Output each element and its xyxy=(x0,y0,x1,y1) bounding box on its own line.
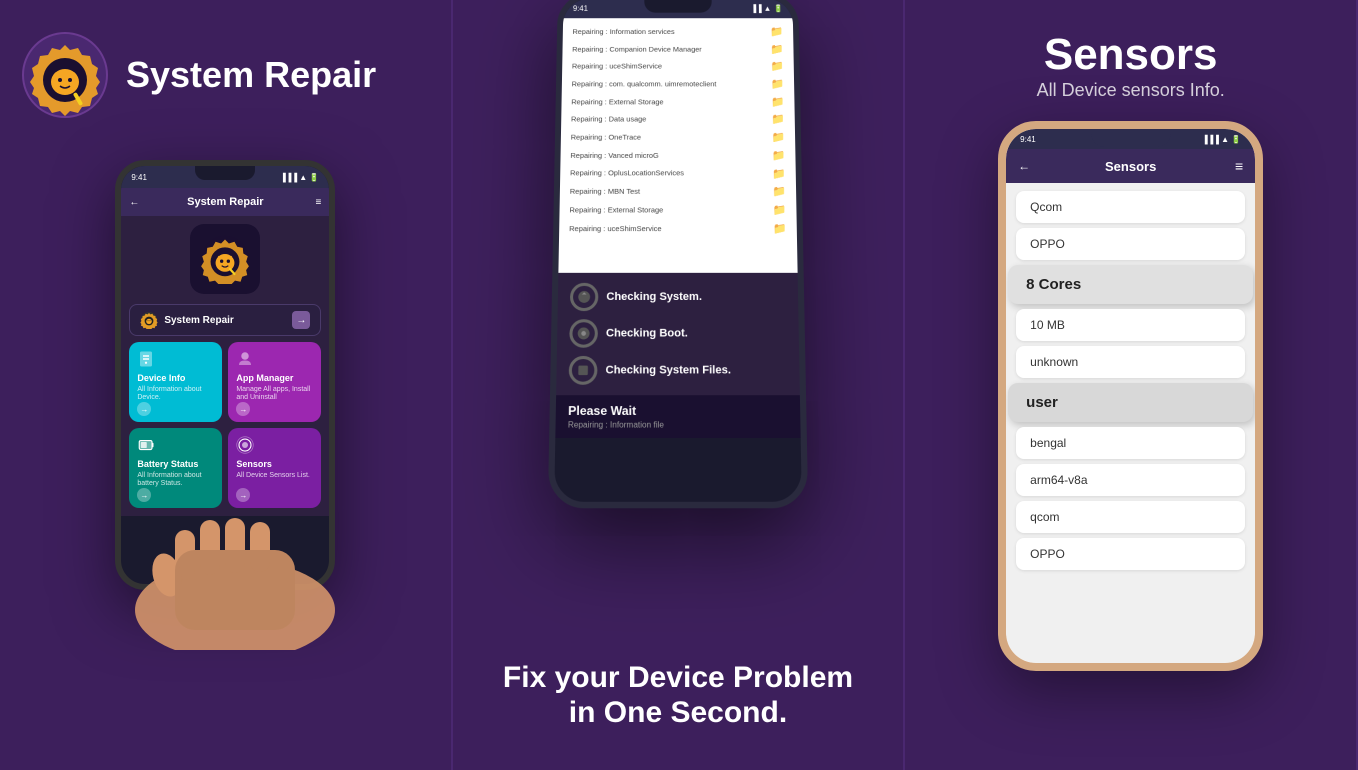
repair-item-5: Repairing : External Storage 📁 xyxy=(571,94,785,112)
fix-line2: in One Second. xyxy=(503,696,853,731)
folder-icon-4: 📁 xyxy=(771,76,785,94)
please-wait-section: Please Wait Repairing : Information file xyxy=(555,395,800,438)
sensor-item-arm64[interactable]: arm64-v8a xyxy=(1016,464,1245,496)
app-title: System Repair xyxy=(126,55,376,95)
repair-item-2: Repairing : Companion Device Manager 📁 xyxy=(572,41,784,58)
folder-icon-9: 📁 xyxy=(772,165,786,183)
folder-icon-8: 📁 xyxy=(772,147,786,165)
check-boot-circle xyxy=(569,319,598,348)
panel-system-repair: System Repair 9:41 ▐▐▐ ▲ 🔋 ← System Repa… xyxy=(0,0,453,770)
check-files-circle xyxy=(569,356,598,385)
repair-btn-label: System Repair xyxy=(164,315,233,326)
repair-item-8: Repairing : Vanced microG 📁 xyxy=(570,147,785,165)
sensors-title: Sensors xyxy=(1037,30,1225,80)
signal-icons: ▐▐▐ ▲ 🔋 xyxy=(280,173,319,182)
app-manager-title: App Manager xyxy=(236,373,313,383)
repair-list-container: Repairing : Information services 📁 Repai… xyxy=(558,18,797,273)
repair-item-3: Repairing : uceShimService 📁 xyxy=(572,59,784,77)
repair-item-11: Repairing : External Storage 📁 xyxy=(569,201,786,219)
phone3-notch xyxy=(1091,129,1171,147)
repair-item-4: Repairing : com. qualcomm. uimremoteclie… xyxy=(571,76,784,94)
folder-icon-7: 📁 xyxy=(772,129,786,147)
phone3-menu-icon[interactable]: ≡ xyxy=(1235,158,1243,174)
phone2-time: 9:41 xyxy=(573,4,588,12)
phone3-signal: ▐▐▐ ▲ 🔋 xyxy=(1202,135,1241,144)
phone3-header-title: Sensors xyxy=(1105,159,1156,174)
hand-illustration xyxy=(85,450,385,650)
sensors-subtitle: All Device sensors Info. xyxy=(1037,80,1225,101)
system-repair-button[interactable]: System Repair → xyxy=(129,304,321,336)
device-info-subtitle: All Information about Device. xyxy=(137,386,214,403)
check-files-label: Checking System Files. xyxy=(605,364,731,376)
app-manager-card[interactable]: App Manager Manage All apps, Install and… xyxy=(228,342,321,422)
phone2-notch xyxy=(644,0,712,13)
repair-btn-content: System Repair xyxy=(140,311,233,329)
folder-icon-10: 📁 xyxy=(772,183,786,201)
repair-item-10: Repairing : MBN Test 📁 xyxy=(570,183,787,201)
please-wait-title: Please Wait xyxy=(568,404,788,419)
phone-mockup-2: 9:41 ▐▐ ▲ 🔋 Repairing : Information serv… xyxy=(548,0,808,508)
sensor-item-unknown[interactable]: unknown xyxy=(1016,346,1245,378)
fix-line1: Fix your Device Problem xyxy=(503,661,853,696)
app-topbar: ← System Repair ≡ xyxy=(121,188,329,216)
repair-btn-arrow[interactable]: → xyxy=(292,311,310,329)
folder-icon-11: 📁 xyxy=(773,201,787,219)
device-info-card[interactable]: Device Info All Information about Device… xyxy=(129,342,222,422)
checking-section: Checking System. Checking Boot. Checking… xyxy=(556,273,800,395)
folder-icon-6: 📁 xyxy=(771,111,785,129)
sensors-header: Sensors All Device sensors Info. xyxy=(1037,30,1225,101)
sensor-item-qcom[interactable]: Qcom xyxy=(1016,191,1245,223)
repair-item-9: Repairing : OplusLocationServices 📁 xyxy=(570,165,786,183)
phone3-screen: 9:41 ▐▐▐ ▲ 🔋 ← Sensors ≡ Qcom OPPO 8 Cor… xyxy=(1006,129,1255,663)
folder-icon-1: 📁 xyxy=(770,24,784,41)
repair-item-12: Repairing : uceShimService 📁 xyxy=(569,220,787,238)
phone-notch xyxy=(195,166,255,180)
folder-icon-12: 📁 xyxy=(773,220,787,238)
app-logo-icon xyxy=(20,30,110,120)
sensors-list: Qcom OPPO 8 Cores 10 MB unknown user ben… xyxy=(1006,183,1255,578)
time-display: 9:41 xyxy=(131,173,147,182)
checking-boot: Checking Boot. xyxy=(569,319,787,348)
panel-repair-process: 9:41 ▐▐ ▲ 🔋 Repairing : Information serv… xyxy=(453,0,906,770)
screen-title: System Repair xyxy=(187,196,263,208)
menu-icon[interactable]: ≡ xyxy=(315,197,321,208)
phone3-back-icon[interactable]: ← xyxy=(1018,159,1030,173)
check-system-circle xyxy=(570,283,599,311)
app-main-icon xyxy=(190,224,260,294)
fix-device-text: Fix your Device Problem in One Second. xyxy=(503,661,853,730)
panel-sensors: Sensors All Device sensors Info. 9:41 ▐▐… xyxy=(905,0,1358,770)
sensor-item-10mb[interactable]: 10 MB xyxy=(1016,309,1245,341)
sensor-item-user[interactable]: user xyxy=(1008,383,1253,422)
back-icon[interactable]: ← xyxy=(129,197,139,208)
sensor-item-oppo[interactable]: OPPO xyxy=(1016,228,1245,260)
app-header: System Repair xyxy=(20,30,376,120)
check-system-label: Checking System. xyxy=(606,291,702,303)
app-manager-subtitle: Manage All apps, Install and Uninstall xyxy=(236,386,313,403)
repair-item-6: Repairing : Data usage 📁 xyxy=(571,111,785,129)
phone3-header: ← Sensors ≡ xyxy=(1006,149,1255,183)
phone3-time: 9:41 xyxy=(1020,135,1036,144)
folder-icon-5: 📁 xyxy=(771,94,785,112)
folder-icon-3: 📁 xyxy=(771,59,785,77)
repair-item-7: Repairing : OneTrace 📁 xyxy=(571,129,786,147)
phone-mockup-3: 9:41 ▐▐▐ ▲ 🔋 ← Sensors ≡ Qcom OPPO 8 Cor… xyxy=(998,121,1263,671)
please-wait-subtitle: Repairing : Information file xyxy=(568,420,788,429)
repair-list: Repairing : Information services 📁 Repai… xyxy=(569,24,787,239)
phone2-signal: ▐▐ ▲ 🔋 xyxy=(751,4,784,12)
checking-system: Checking System. xyxy=(570,283,786,311)
sensor-item-bengal[interactable]: bengal xyxy=(1016,427,1245,459)
sensor-item-qcom2[interactable]: qcom xyxy=(1016,501,1245,533)
device-info-title: Device Info xyxy=(137,373,214,383)
sensor-item-oppo2[interactable]: OPPO xyxy=(1016,538,1245,570)
folder-icon-2: 📁 xyxy=(770,41,784,58)
app-manager-arrow[interactable]: → xyxy=(236,402,250,416)
device-info-arrow[interactable]: → xyxy=(137,402,151,416)
check-boot-label: Checking Boot. xyxy=(606,327,688,339)
checking-files: Checking System Files. xyxy=(569,356,788,385)
sensor-item-8cores[interactable]: 8 Cores xyxy=(1008,265,1253,304)
repair-item-1: Repairing : Information services 📁 xyxy=(572,24,783,41)
